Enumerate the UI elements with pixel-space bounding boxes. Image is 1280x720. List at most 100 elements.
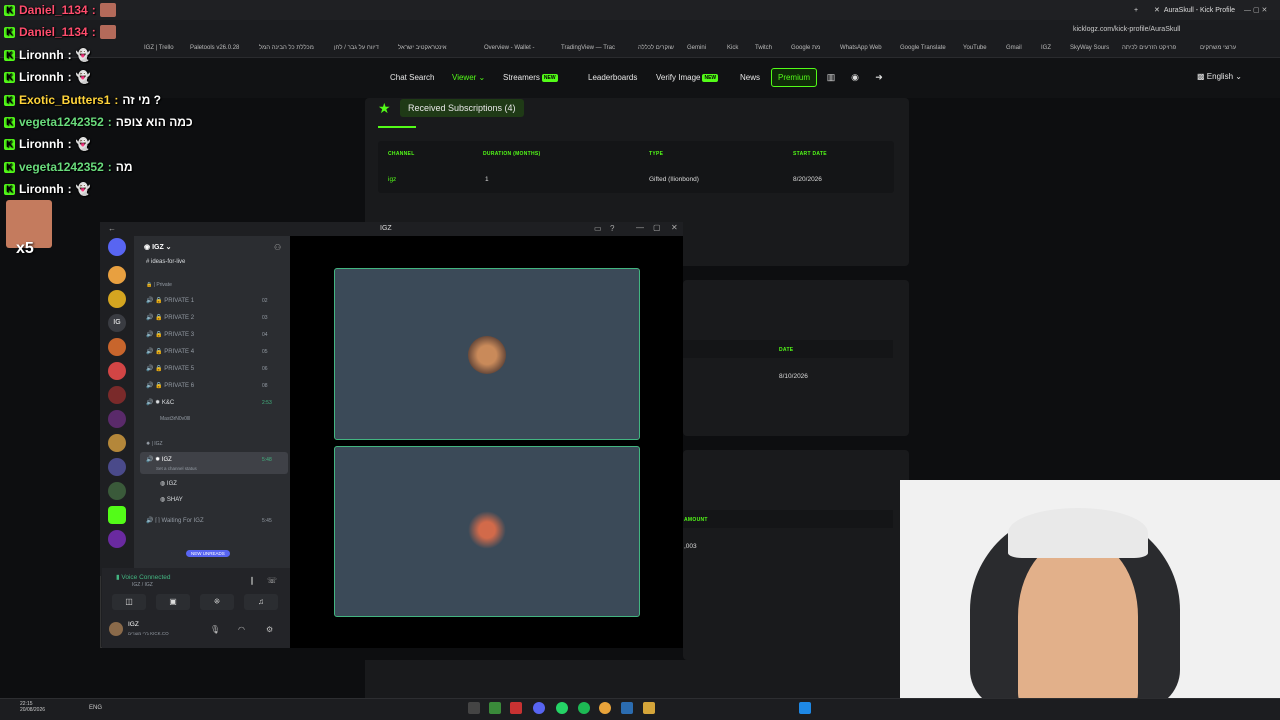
cell-channel[interactable]: igz bbox=[388, 176, 396, 183]
voice-channel[interactable]: 🔊 🔒 PRIVATE 2 bbox=[146, 314, 194, 321]
bookmark-item[interactable]: SkyWay Sours bbox=[1070, 45, 1109, 51]
bookmark-item[interactable]: IGZ bbox=[1041, 45, 1051, 51]
server-icon[interactable] bbox=[108, 458, 126, 476]
input-language[interactable]: ENG bbox=[89, 705, 102, 711]
voice-channel-waiting[interactable]: 🔊 ⌈⌉ Waiting For IGZ bbox=[146, 517, 204, 524]
bookmark-item[interactable]: שוקרים לכללה bbox=[638, 45, 674, 51]
browser-tab-active[interactable]: ✕ AuraSkull - Kick Profile bbox=[1148, 3, 1241, 17]
server-icon[interactable] bbox=[108, 530, 126, 548]
terminal-icon[interactable] bbox=[489, 702, 501, 714]
minimize-icon[interactable]: — bbox=[636, 223, 644, 232]
bookmark-item[interactable]: פרויקט הזרעים לכיתה bbox=[1122, 45, 1176, 51]
whatsapp-icon[interactable] bbox=[556, 702, 568, 714]
voice-channel-igz[interactable]: 🔊 ✹ IGZ bbox=[146, 456, 172, 463]
language-select[interactable]: ▩ English ⌄ bbox=[1197, 72, 1242, 81]
maximize-icon[interactable]: ▢ bbox=[653, 223, 661, 232]
bookmark-item[interactable]: Gmail bbox=[1006, 45, 1022, 51]
headphones-icon[interactable]: ◠ bbox=[238, 625, 245, 634]
user-name[interactable]: IGZ bbox=[128, 621, 139, 628]
soundboard-button[interactable]: ♫ bbox=[244, 594, 278, 610]
voice-channel[interactable]: 🔊 🔒 PRIVATE 5 bbox=[146, 365, 194, 372]
disconnect-icon[interactable]: ☏ bbox=[267, 576, 277, 585]
server-icon[interactable] bbox=[108, 386, 126, 404]
windows-start-icon[interactable] bbox=[799, 702, 811, 714]
video-tile[interactable] bbox=[334, 268, 640, 440]
nav-news[interactable]: News bbox=[740, 73, 760, 82]
address-bar[interactable]: kicklogz.com/kick-profile/AuraSkull bbox=[0, 20, 1280, 42]
server-icon[interactable] bbox=[108, 482, 126, 500]
clock[interactable]: 22:15 20/08/2026 bbox=[20, 701, 45, 713]
bookmark-item[interactable]: IGZ | Trello bbox=[144, 45, 174, 51]
bookmark-item[interactable]: Gemini bbox=[687, 45, 706, 51]
server-name[interactable]: ◉ IGZ ⌄ bbox=[144, 243, 172, 251]
bookmark-item[interactable]: דיווח על גבר / לחן bbox=[334, 45, 379, 51]
voice-channel-kc[interactable]: 🔊 ✹ K&C bbox=[146, 399, 174, 406]
discord-icon[interactable]: ◉ bbox=[850, 72, 860, 82]
server-icon[interactable] bbox=[108, 290, 126, 308]
voice-channel[interactable]: 🔊 🔒 PRIVATE 6 bbox=[146, 382, 194, 389]
video-tile[interactable] bbox=[334, 446, 640, 617]
chart-icon[interactable]: ▥ bbox=[826, 72, 836, 82]
add-friend-icon[interactable]: ⚇ bbox=[274, 243, 281, 252]
gear-icon[interactable]: ⚙ bbox=[266, 625, 273, 634]
server-igz-icon[interactable]: IG bbox=[108, 314, 126, 332]
server-icon[interactable] bbox=[108, 362, 126, 380]
bookmark-item[interactable]: Paletools v26.0.28 bbox=[190, 45, 239, 51]
channel-ideas[interactable]: # ideas-for-live bbox=[146, 259, 185, 265]
app-icon[interactable] bbox=[510, 702, 522, 714]
bookmark-item[interactable]: YouTube bbox=[963, 45, 987, 51]
subs-section-title[interactable]: Received Subscriptions (4) bbox=[400, 99, 524, 117]
voice-channel[interactable]: 🔊 🔒 PRIVATE 3 bbox=[146, 331, 194, 338]
server-icon[interactable] bbox=[108, 338, 126, 356]
new-tab-icon[interactable]: + bbox=[1128, 3, 1144, 17]
activities-button[interactable]: ⁜ bbox=[200, 594, 234, 610]
back-arrow-icon[interactable]: ← bbox=[108, 224, 116, 233]
bookmark-item[interactable]: Google מת bbox=[791, 45, 820, 51]
help-icon[interactable]: ? bbox=[610, 224, 614, 233]
kick-server-icon[interactable] bbox=[108, 506, 126, 524]
login-icon[interactable]: ➜ bbox=[874, 72, 884, 82]
server-icon[interactable] bbox=[108, 410, 126, 428]
channel-status[interactable]: Set a channel status bbox=[156, 466, 197, 471]
app-icon[interactable] bbox=[621, 702, 633, 714]
server-icon[interactable] bbox=[108, 266, 126, 284]
voice-channel[interactable]: 🔊 🔒 PRIVATE 1 bbox=[146, 297, 194, 304]
nav-viewer[interactable]: Viewer ⌄ bbox=[452, 73, 485, 82]
nav-leaderboards[interactable]: Leaderboards bbox=[588, 73, 637, 82]
bookmark-item[interactable]: TradingView — Trac bbox=[561, 45, 615, 51]
camera-button[interactable]: ◫ bbox=[112, 594, 146, 610]
discord-home-icon[interactable] bbox=[108, 238, 126, 256]
nav-chat-search[interactable]: Chat Search bbox=[390, 73, 434, 82]
bookmark-item[interactable]: Twitch bbox=[755, 45, 772, 51]
window-controls[interactable]: — ▢ ✕ bbox=[1238, 3, 1273, 17]
close-icon[interactable]: ✕ bbox=[1154, 6, 1160, 14]
steam-icon[interactable] bbox=[468, 702, 480, 714]
category-private[interactable]: 🔒 | Private bbox=[146, 282, 172, 288]
nav-verify-image[interactable]: Verify Image NEW bbox=[656, 73, 719, 82]
bookmark-item[interactable]: ערוצי משחקים bbox=[1200, 45, 1236, 51]
close-icon[interactable]: ✕ bbox=[671, 223, 678, 232]
bookmark-item[interactable]: WhatsApp Web bbox=[840, 45, 882, 51]
screenshare-button[interactable]: ▣ bbox=[156, 594, 190, 610]
folder-icon[interactable] bbox=[643, 702, 655, 714]
bookmark-item[interactable]: מכללת כל הבינה המל bbox=[259, 45, 314, 51]
voice-member[interactable]: ◍ SHAY bbox=[160, 496, 183, 503]
category-igz[interactable]: ✹ | IGZ bbox=[146, 441, 163, 447]
server-icon[interactable] bbox=[108, 434, 126, 452]
noise-icon[interactable]: ∥ bbox=[250, 576, 254, 585]
discord-taskbar-icon[interactable] bbox=[533, 702, 545, 714]
chrome-icon[interactable] bbox=[599, 702, 611, 714]
premium-button[interactable]: Premium bbox=[771, 68, 817, 87]
microphone-icon[interactable]: 🎙 bbox=[210, 625, 220, 634]
nav-streamers[interactable]: Streamers NEW bbox=[503, 73, 558, 82]
voice-channel[interactable]: 🔊 🔒 PRIVATE 4 bbox=[146, 348, 194, 355]
url-text[interactable]: kicklogz.com/kick-profile/AuraSkull bbox=[1073, 26, 1180, 33]
bookmark-item[interactable]: אינטראקטיב ישראל bbox=[398, 45, 447, 51]
spotify-icon[interactable] bbox=[578, 702, 590, 714]
voice-member[interactable]: ◍ IGZ bbox=[160, 480, 177, 487]
avatar[interactable] bbox=[109, 622, 123, 636]
voice-member[interactable]: Mast3rN0v0lll bbox=[160, 416, 190, 422]
inbox-icon[interactable]: ▭ bbox=[594, 224, 602, 233]
bookmark-item[interactable]: Kick bbox=[727, 45, 738, 51]
bookmark-item[interactable]: Google Translate bbox=[900, 45, 946, 51]
